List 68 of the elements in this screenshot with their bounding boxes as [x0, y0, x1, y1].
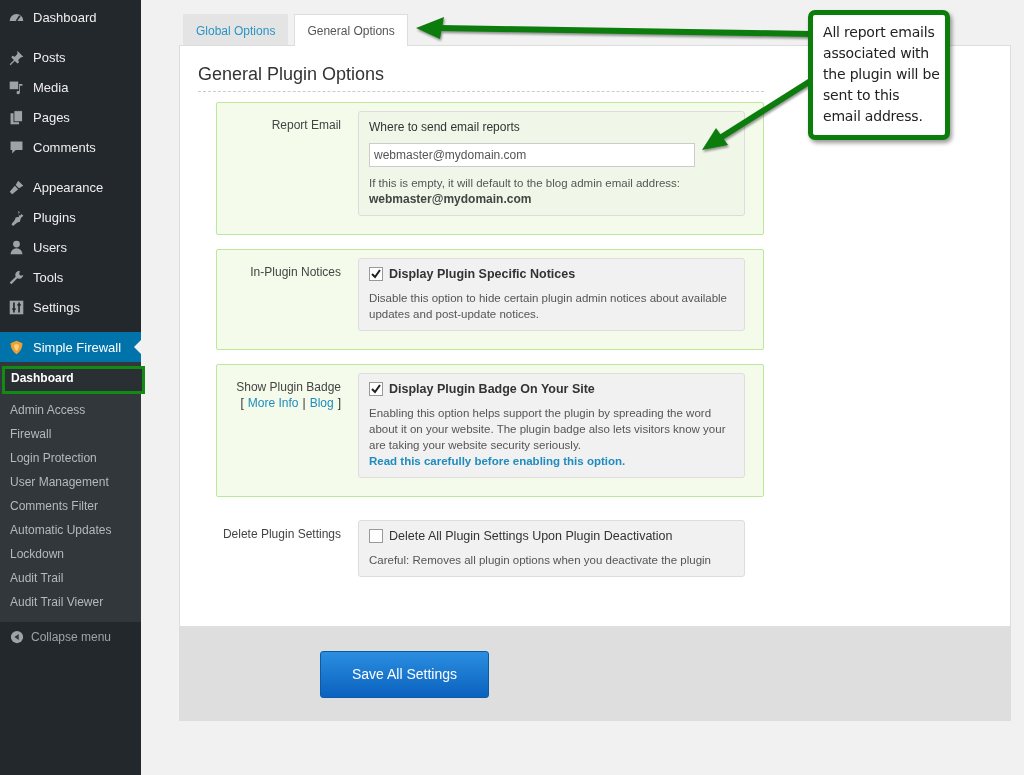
menu-label: Appearance [33, 179, 104, 195]
shield-icon [8, 338, 25, 356]
submenu-item[interactable]: Lockdown [0, 542, 141, 566]
checkbox[interactable] [369, 382, 383, 396]
menu-item[interactable]: Pages [0, 102, 141, 132]
menu-item[interactable]: Comments [0, 132, 141, 162]
menu-item[interactable]: Settings [0, 292, 141, 322]
description-text: Disable this option to hide certain plugin admin notices about available updates and post-update notices. [369, 291, 728, 322]
menu-label: Tools [33, 269, 64, 285]
bracket: [ [240, 396, 244, 410]
submenu-item[interactable]: Admin Access [0, 398, 141, 422]
email-input-field[interactable]: webmaster@mydomain.com [369, 143, 695, 167]
wrench-icon [8, 268, 25, 286]
brush-icon [8, 178, 25, 196]
menu-item[interactable]: Posts [0, 42, 141, 72]
menu-item[interactable]: Media [0, 72, 141, 102]
option-label: Show Plugin Badge [236, 380, 341, 394]
checkmark-icon [370, 268, 382, 280]
checkbox[interactable] [369, 267, 383, 281]
menu-label: Dashboard [33, 9, 97, 25]
save-button[interactable]: Save All Settings [320, 650, 489, 698]
link[interactable]: Blog [309, 396, 334, 410]
submenu-item[interactable]: Audit Trail Viewer [0, 590, 141, 614]
submenu-item[interactable]: User Management [0, 470, 141, 494]
user-icon [8, 238, 25, 256]
tab[interactable]: General Options [294, 14, 408, 46]
submenu-item[interactable]: Comments Filter [0, 494, 141, 518]
checkbox-label[interactable]: Display Plugin Specific Notices [389, 267, 576, 281]
menu-item[interactable]: Tools [0, 262, 141, 292]
field-heading: Where to send email reports [369, 120, 521, 134]
submenu-item[interactable]: Automatic Updates [0, 518, 141, 542]
collapse-icon [10, 630, 24, 644]
checkbox-label[interactable]: Delete All Plugin Settings Upon Plugin Deactivation [389, 529, 673, 543]
pages-icon [8, 108, 25, 126]
menu-label: Comments [33, 139, 96, 155]
sliders-icon [8, 298, 25, 316]
menu-item[interactable]: Simple Firewall [0, 332, 141, 362]
section-heading: General Plugin Options [198, 64, 764, 92]
separator: | [302, 396, 306, 410]
menu-label: Media [33, 79, 69, 95]
menu-item[interactable]: Appearance [0, 172, 141, 202]
menu-label: Pages [33, 109, 70, 125]
menu-label: Posts [33, 49, 66, 65]
option-label: In-Plugin Notices [250, 265, 341, 279]
menu-item[interactable]: Dashboard [0, 2, 141, 32]
option-label: Report Email [271, 118, 341, 132]
menu-label: Settings [33, 299, 80, 315]
submenu-item[interactable]: Firewall [0, 422, 141, 446]
bracket: ] [337, 396, 341, 410]
menu-label: Users [33, 239, 67, 255]
menu-label: Simple Firewall [33, 339, 122, 355]
checkbox-label[interactable]: Display Plugin Badge On Your Site [389, 382, 595, 396]
link[interactable]: More Info [247, 396, 299, 410]
checkmark-icon [370, 383, 382, 395]
description-text: Careful: Removes all plugin options when you deactivate the plugin [369, 553, 712, 568]
submenu-item[interactable]: Audit Trail [0, 566, 141, 590]
menu-item[interactable]: Users [0, 232, 141, 262]
option-label: Delete Plugin Settings [222, 527, 341, 541]
description-text: Enabling this option helps support the plugin by spreading the word about it on your website. The plugin badge also lets visitors know your are taking your website security seriously. Read this carefully before enabling this option. [369, 406, 727, 469]
selection-notch [134, 340, 141, 354]
menu-label: Plugins [33, 209, 76, 225]
pin-icon [8, 48, 25, 66]
submenu-item[interactable]: Login Protection [0, 446, 141, 470]
checkbox[interactable] [369, 529, 383, 543]
annotation-callout: All report emails associated with the plugin will be sent to this email address. [808, 10, 950, 140]
menu-item[interactable]: Plugins [0, 202, 141, 232]
submenu-item[interactable]: Dashboard [2, 366, 145, 394]
help-text: If this is empty, it will default to the blog admin email address: webmaster@mydomain.com [369, 176, 682, 207]
